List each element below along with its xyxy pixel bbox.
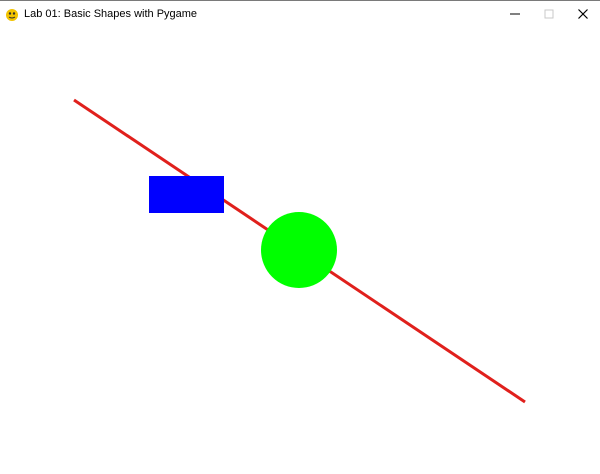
minimize-button[interactable] [498, 1, 532, 27]
minimize-icon [510, 13, 520, 15]
maximize-icon [544, 9, 554, 19]
pygame-canvas[interactable] [0, 26, 600, 474]
close-button[interactable] [566, 1, 600, 27]
blue-rectangle [149, 176, 224, 213]
window-title: Lab 01: Basic Shapes with Pygame [24, 7, 198, 20]
close-icon [578, 9, 588, 19]
shapes-drawing [73, 98, 526, 404]
pygame-snake-icon [5, 7, 19, 21]
maximize-button[interactable] [532, 1, 566, 27]
window-controls [498, 1, 600, 27]
pygame-window: Lab 01: Basic Shapes with Pygame [0, 0, 600, 474]
green-circle [261, 212, 337, 288]
title-bar[interactable]: Lab 01: Basic Shapes with Pygame [0, 0, 600, 26]
